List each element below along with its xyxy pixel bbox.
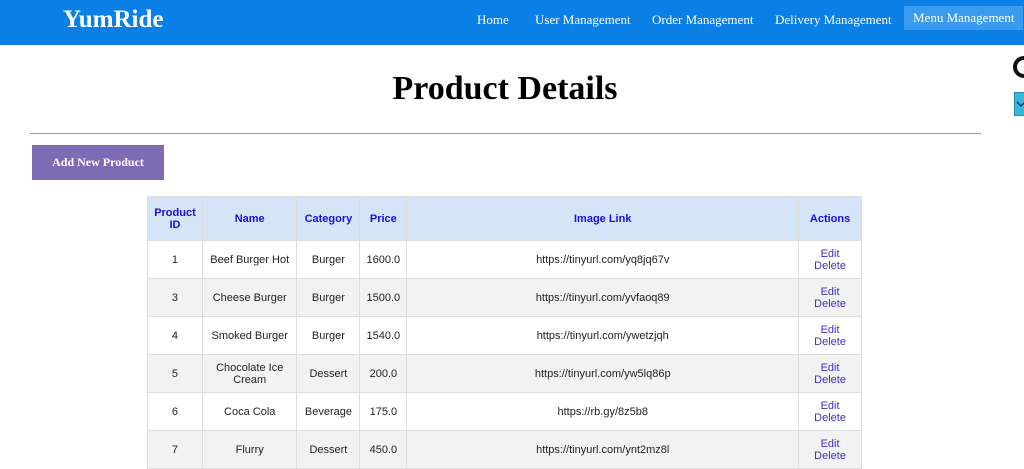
top-navbar: YumRide Home User Management Order Manag…: [0, 0, 1024, 45]
product-table: Product ID Name Category Price Image Lin…: [147, 196, 862, 469]
delete-link[interactable]: Delete: [803, 412, 857, 424]
cell-name: Flurry: [201, 430, 298, 469]
cell-category: Burger: [296, 316, 361, 355]
cell-category: Dessert: [296, 354, 361, 393]
add-new-product-button[interactable]: Add New Product: [32, 145, 164, 180]
delete-link[interactable]: Delete: [803, 260, 857, 272]
chevron-down-icon: [1016, 101, 1024, 108]
cell-category: Burger: [296, 240, 361, 279]
cell-actions: Edit Delete: [798, 240, 862, 279]
nav-menu-management[interactable]: Menu Management: [904, 6, 1024, 30]
edit-link[interactable]: Edit: [803, 362, 857, 374]
cell-price: 200.0: [359, 354, 408, 393]
cell-product-id: 5: [147, 354, 203, 393]
column-header-product-id: Product ID: [147, 196, 203, 241]
cell-image-link: https://rb.gy/8z5b8: [406, 392, 800, 431]
edit-link[interactable]: Edit: [803, 324, 857, 336]
table-row: 3 Cheese Burger Burger 1500.0 https://ti…: [147, 278, 862, 317]
cell-price: 450.0: [359, 430, 408, 469]
delete-link[interactable]: Delete: [803, 374, 857, 386]
cell-actions: Edit Delete: [798, 392, 862, 431]
cell-actions: Edit Delete: [798, 354, 862, 393]
brand-logo[interactable]: YumRide: [63, 6, 164, 34]
column-header-image-link: Image Link: [406, 196, 800, 241]
table-row: 6 Coca Cola Beverage 175.0 https://rb.gy…: [147, 392, 862, 431]
nav-home[interactable]: Home: [477, 12, 509, 28]
delete-link[interactable]: Delete: [803, 450, 857, 462]
table-row: 7 Flurry Dessert 450.0 https://tinyurl.c…: [147, 430, 862, 469]
cell-product-id: 6: [147, 392, 203, 431]
cell-actions: Edit Delete: [798, 430, 862, 469]
page-title: Product Details: [392, 70, 618, 107]
cell-price: 175.0: [359, 392, 408, 431]
column-header-price: Price: [359, 196, 408, 241]
nav-user-management[interactable]: User Management: [535, 12, 631, 28]
delete-link[interactable]: Delete: [803, 336, 857, 348]
column-header-category: Category: [296, 196, 361, 241]
delete-link[interactable]: Delete: [803, 298, 857, 310]
cell-product-id: 7: [147, 430, 203, 469]
cell-actions: Edit Delete: [798, 316, 862, 355]
cell-product-id: 1: [147, 240, 203, 279]
nav-order-management[interactable]: Order Management: [652, 12, 753, 28]
cell-name: Beef Burger Hot: [201, 240, 298, 279]
cell-image-link: https://tinyurl.com/ywetzjqh: [406, 316, 800, 355]
cell-image-link: https://tinyurl.com/yw5lq86p: [406, 354, 800, 393]
edit-link[interactable]: Edit: [803, 248, 857, 260]
cell-price: 1600.0: [359, 240, 408, 279]
nav-delivery-management[interactable]: Delivery Management: [775, 12, 892, 28]
cell-category: Burger: [296, 278, 361, 317]
side-dropdown-toggle[interactable]: [1014, 92, 1024, 116]
cell-price: 1500.0: [359, 278, 408, 317]
column-header-actions: Actions: [798, 196, 862, 241]
edit-link[interactable]: Edit: [803, 438, 857, 450]
cell-price: 1540.0: [359, 316, 408, 355]
column-header-name: Name: [201, 196, 298, 241]
side-widget-icon[interactable]: [1013, 56, 1024, 78]
table-header-row: Product ID Name Category Price Image Lin…: [147, 196, 862, 241]
cell-name: Coca Cola: [201, 392, 298, 431]
cell-category: Dessert: [296, 430, 361, 469]
edit-link[interactable]: Edit: [803, 400, 857, 412]
cell-image-link: https://tinyurl.com/yvfaoq89: [406, 278, 800, 317]
cell-image-link: https://tinyurl.com/yq8jq67v: [406, 240, 800, 279]
cell-product-id: 4: [147, 316, 203, 355]
table-row: 4 Smoked Burger Burger 1540.0 https://ti…: [147, 316, 862, 355]
edit-link[interactable]: Edit: [803, 286, 857, 298]
cell-image-link: https://tinyurl.com/ynt2mz8l: [406, 430, 800, 469]
cell-product-id: 3: [147, 278, 203, 317]
title-divider: [30, 133, 981, 134]
cell-name: Smoked Burger: [201, 316, 298, 355]
cell-category: Beverage: [296, 392, 361, 431]
table-row: 5 Chocolate Ice Cream Dessert 200.0 http…: [147, 354, 862, 393]
cell-actions: Edit Delete: [798, 278, 862, 317]
table-row: 1 Beef Burger Hot Burger 1600.0 https://…: [147, 240, 862, 279]
cell-name: Cheese Burger: [201, 278, 298, 317]
cell-name: Chocolate Ice Cream: [201, 354, 298, 393]
